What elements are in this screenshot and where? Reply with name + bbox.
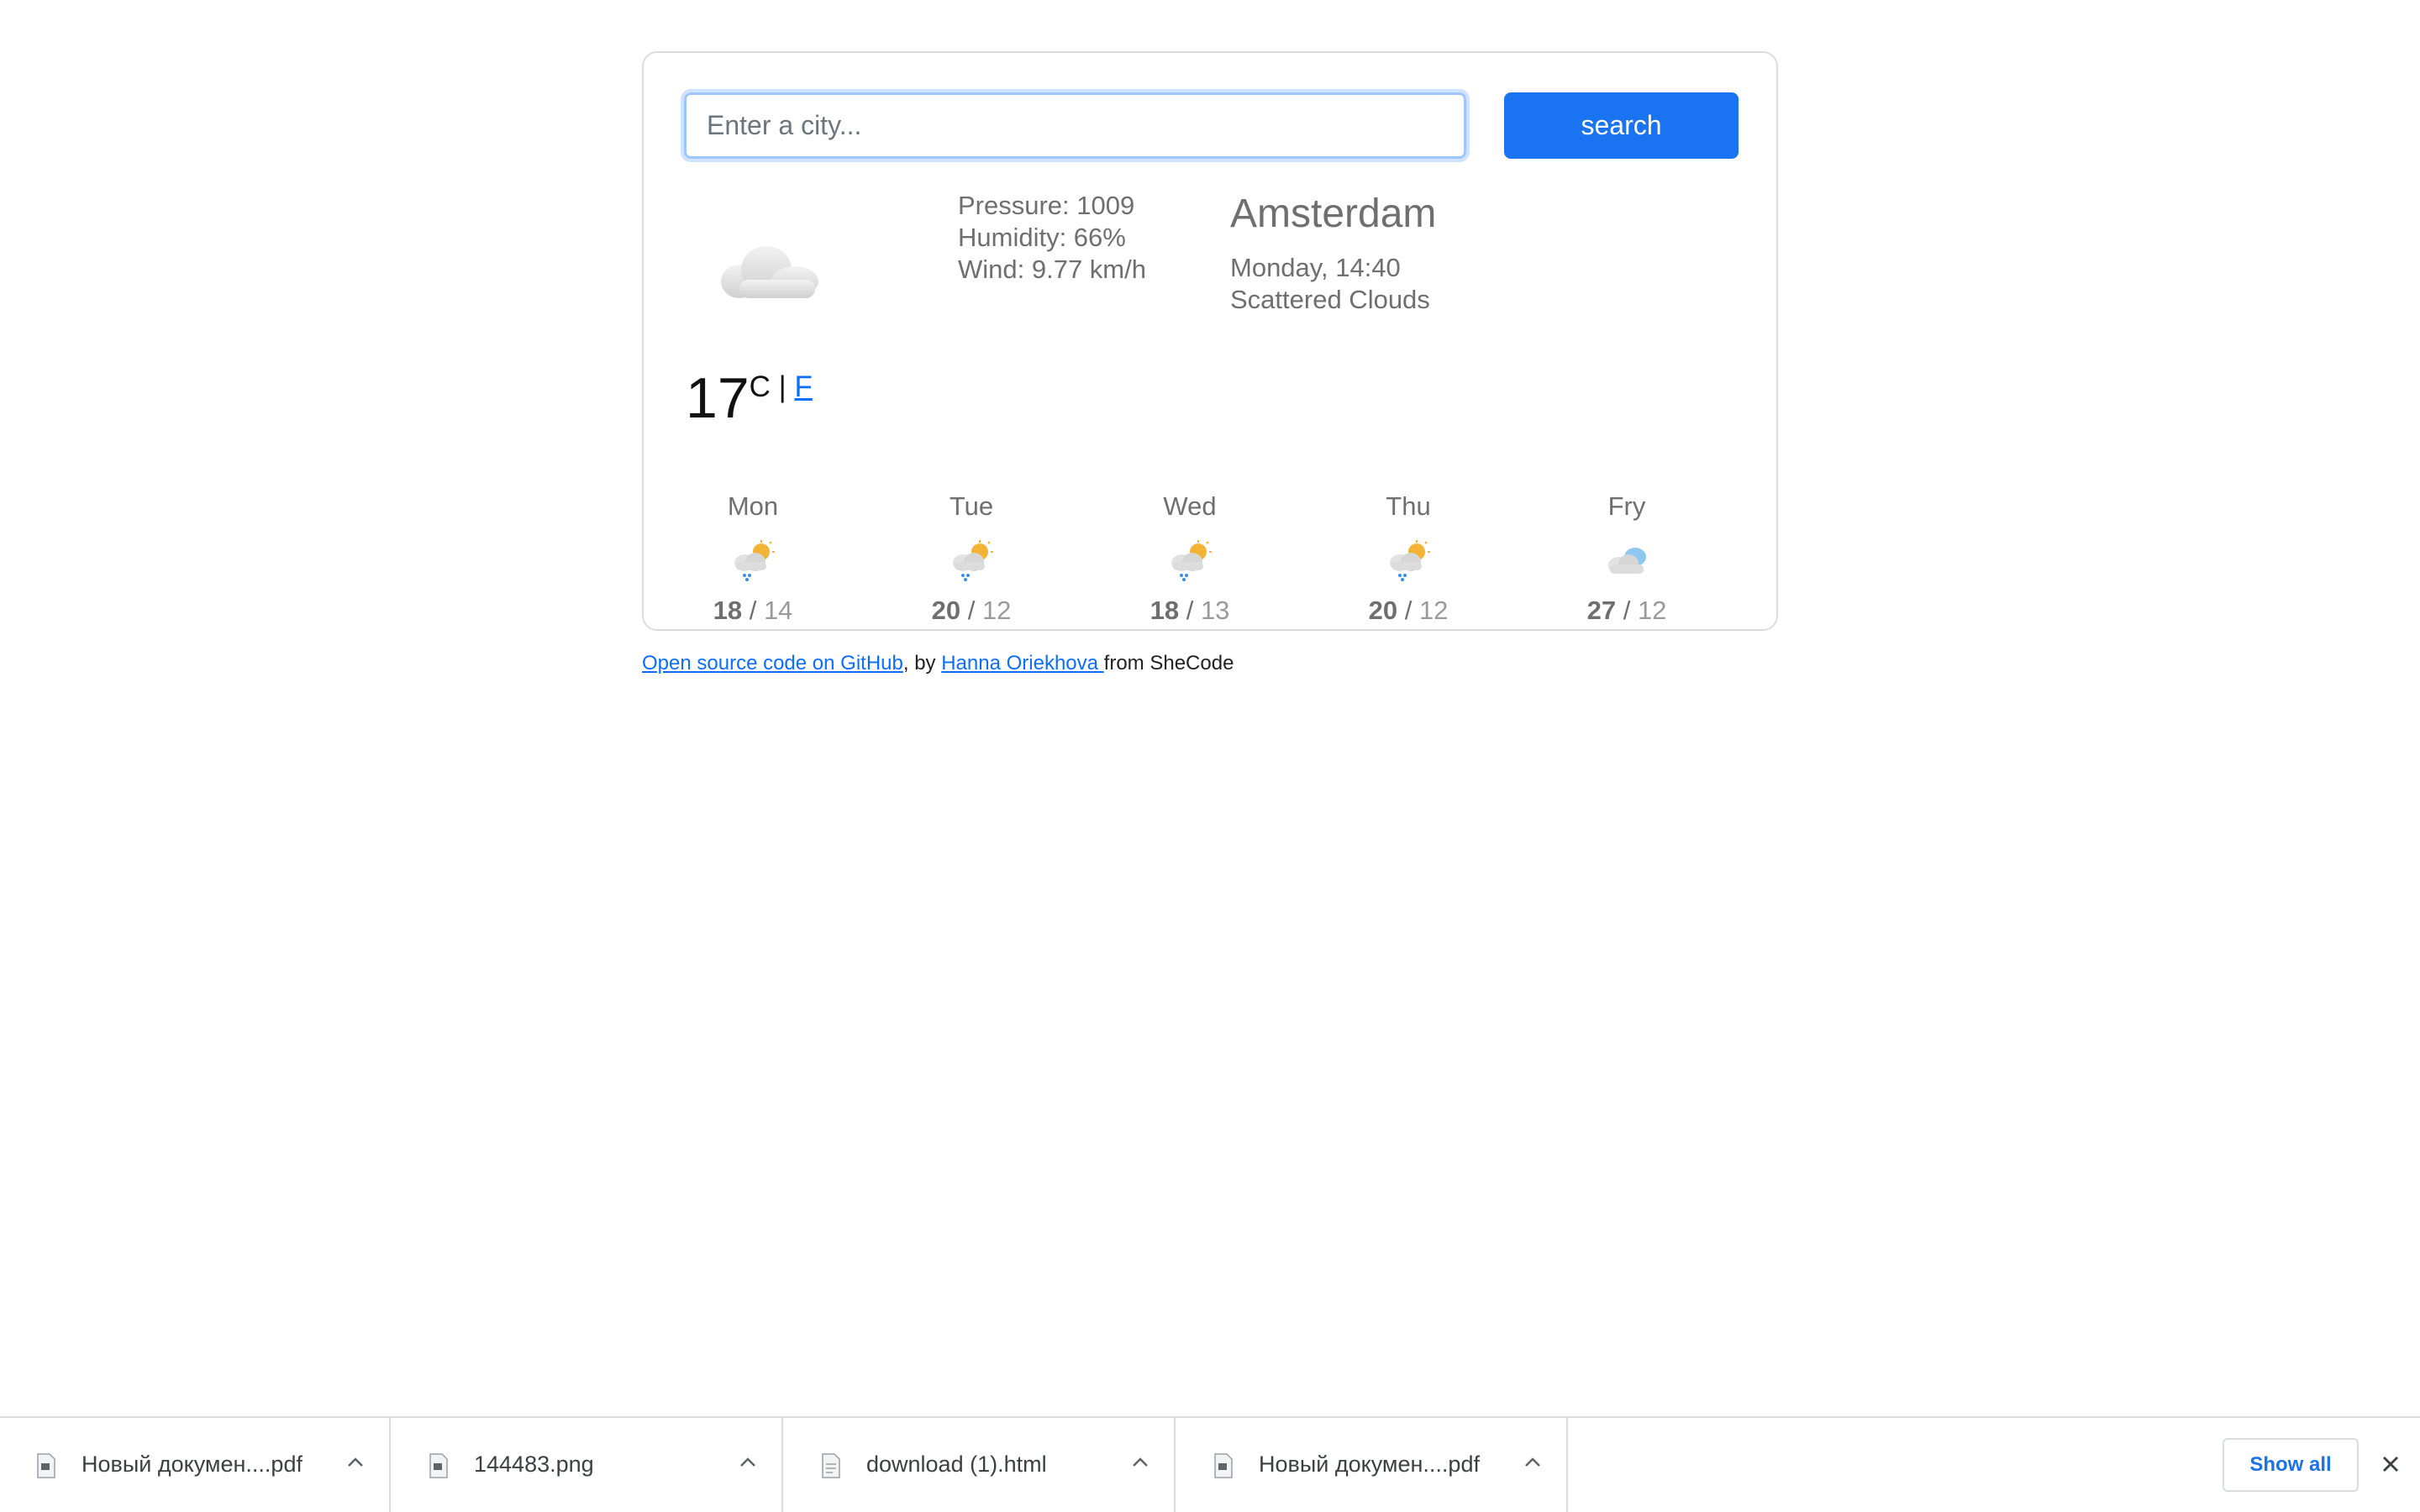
forecast-max: 20 — [931, 596, 961, 625]
download-item[interactable]: 144483.png — [392, 1418, 783, 1512]
author-link[interactable]: Hanna Oriekhova — [941, 652, 1103, 675]
forecast-temps: 20 / 12 — [904, 596, 1039, 626]
fahrenheit-link[interactable]: F — [794, 370, 812, 403]
chevron-up-icon[interactable] — [1129, 1452, 1151, 1473]
download-filename: 144483.png — [474, 1452, 594, 1477]
forecast-separator: / — [749, 596, 757, 625]
download-item[interactable]: Новый докумен....pdf — [0, 1418, 391, 1512]
current-temperature: 17C | F — [686, 365, 813, 431]
forecast-day-name: Wed — [1163, 491, 1217, 521]
weather-details: Pressure: 1009 Humidity: 66% Wind: 9.77 … — [958, 190, 1146, 286]
forecast-max: 27 — [1586, 596, 1617, 625]
forecast-max: 20 — [1368, 596, 1398, 625]
unit-separator: | — [778, 370, 786, 403]
forecast-day-name: Tue — [949, 491, 994, 521]
pdf-file-icon — [37, 1453, 55, 1478]
forecast-day-name: Fry — [1607, 491, 1646, 521]
html-file-icon — [822, 1453, 840, 1478]
page-footer: Open source code on GitHub, by Hanna Ori… — [642, 652, 1234, 675]
humidity-value: Humidity: 66% — [958, 223, 1126, 252]
footer-by-text: , by — [902, 652, 942, 675]
footer-from-text: from SheCode — [1103, 652, 1234, 675]
forecast-temps: 18 / 14 — [686, 596, 820, 626]
download-item[interactable]: Новый докумен....pdf — [1177, 1418, 1568, 1512]
forecast-min: 12 — [981, 596, 1012, 625]
download-filename: Новый докумен....pdf — [1259, 1452, 1480, 1477]
forecast-separator: / — [967, 596, 976, 625]
chevron-up-icon[interactable] — [1522, 1452, 1544, 1473]
download-filename: download (1).html — [866, 1452, 1047, 1477]
rain-sun-icon — [1171, 540, 1212, 581]
weather-description: Scattered Clouds — [1230, 285, 1430, 314]
forecast-day: Thu 20 / 12 — [1341, 491, 1476, 626]
forecast-day: Mon 18 / 14 — [686, 491, 820, 626]
pdf-file-icon — [1214, 1453, 1233, 1478]
forecast-temps: 27 / 12 — [1560, 596, 1694, 626]
forecast-day: Tue 20 / 12 — [904, 491, 1039, 626]
forecast-day-name: Mon — [727, 491, 779, 521]
forecast-day: Fry 27 / 12 — [1560, 491, 1694, 626]
forecast-temps: 18 / 13 — [1123, 596, 1257, 626]
date-description: Monday, 14:40 Scattered Clouds — [1230, 252, 1430, 316]
forecast-day: Wed 18 / 13 — [1123, 491, 1257, 626]
forecast-min: 13 — [1200, 596, 1230, 625]
temperature-value: 17 — [686, 366, 750, 430]
current-datetime: Monday, 14:40 — [1230, 253, 1401, 282]
chevron-up-icon[interactable] — [345, 1452, 366, 1473]
cloud-icon — [721, 246, 818, 298]
forecast-temps: 20 / 12 — [1341, 596, 1476, 626]
celsius-label: C — [749, 370, 771, 403]
forecast-max: 18 — [713, 596, 743, 625]
pressure-value: Pressure: 1009 — [958, 191, 1135, 220]
forecast-separator: / — [1623, 596, 1631, 625]
wind-value: Wind: 9.77 km/h — [958, 255, 1146, 284]
downloads-bar: Новый докумен....pdf 144483.png download… — [0, 1416, 2420, 1512]
rain-sun-icon — [734, 540, 775, 581]
show-all-downloads-button[interactable]: Show all — [2223, 1438, 2359, 1492]
github-link[interactable]: Open source code on GitHub — [642, 652, 903, 675]
download-filename: Новый докумен....pdf — [82, 1452, 302, 1477]
weather-app-card: search Pressure: 1009 Humidity: 66% Wind… — [642, 51, 1778, 631]
download-item[interactable]: download (1).html — [785, 1418, 1176, 1512]
forecast-separator: / — [1404, 596, 1413, 625]
unit-switch: C | F — [750, 370, 813, 403]
cloud-icon — [1608, 548, 1646, 574]
forecast-min: 12 — [1637, 596, 1667, 625]
forecast-day-name: Thu — [1386, 491, 1431, 521]
image-file-icon — [429, 1453, 448, 1478]
city-search-input[interactable] — [681, 89, 1470, 162]
search-button[interactable]: search — [1504, 92, 1739, 159]
rain-sun-icon — [953, 540, 993, 581]
forecast-min: 12 — [1418, 596, 1449, 625]
close-icon[interactable] — [2378, 1452, 2403, 1477]
city-name: Amsterdam — [1230, 192, 1437, 236]
rain-sun-icon — [1390, 540, 1430, 581]
forecast-min: 14 — [763, 596, 793, 625]
chevron-up-icon[interactable] — [737, 1452, 759, 1473]
forecast-separator: / — [1186, 596, 1194, 625]
forecast-max: 18 — [1150, 596, 1180, 625]
